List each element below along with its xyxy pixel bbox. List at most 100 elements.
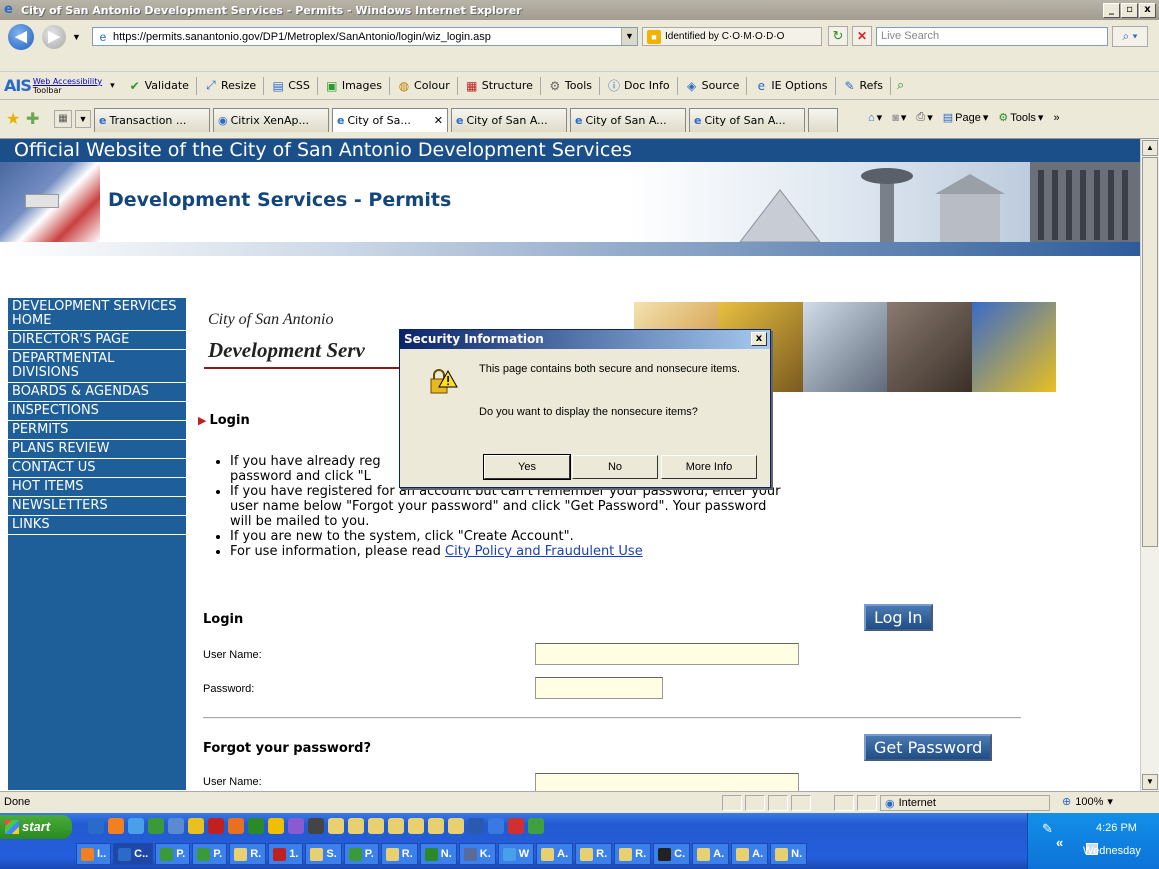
log-in-button[interactable]: Log In — [864, 604, 933, 631]
app-quicklaunch-icon[interactable] — [208, 818, 224, 834]
no-button[interactable]: No — [572, 455, 658, 479]
live-search-input[interactable]: Live Search — [876, 27, 1108, 46]
forgot-username-input[interactable] — [535, 773, 799, 791]
start-button[interactable]: start — [0, 815, 72, 839]
folder-quicklaunch-icon[interactable] — [328, 818, 344, 834]
tools-button[interactable]: ⚙ Tools — [541, 76, 601, 95]
password-input[interactable] — [535, 677, 663, 699]
scroll-thumb[interactable] — [1142, 157, 1158, 547]
security-identity[interactable]: ■ Identified by C·O·M·O·D·O — [642, 27, 822, 46]
stop-button[interactable]: ✕ — [852, 26, 872, 46]
nav-boards-agendas[interactable]: BOARDS & AGENDAS — [8, 383, 186, 402]
folder-quicklaunch-icon[interactable] — [428, 818, 444, 834]
forward-button[interactable]: ▶ — [42, 25, 66, 49]
zoom-control[interactable]: ⊕ 100% ▾ — [1062, 795, 1113, 809]
resize-button[interactable]: ⤢ Resize — [197, 76, 265, 95]
folder-quicklaunch-icon[interactable] — [368, 818, 384, 834]
app-quicklaunch-icon[interactable] — [508, 818, 524, 834]
refresh-button[interactable]: ↻ — [828, 26, 848, 46]
more-info-button[interactable]: More Info — [661, 455, 757, 479]
history-dropdown-icon[interactable]: ▼ — [72, 32, 81, 42]
address-dropdown-icon[interactable]: ▼ — [621, 28, 637, 45]
yes-button[interactable]: Yes — [483, 454, 571, 480]
folder-quicklaunch-icon[interactable] — [448, 818, 464, 834]
close-tab-icon[interactable]: ✕ — [434, 114, 443, 127]
task-button[interactable]: P. — [343, 843, 379, 865]
tab-city-4[interactable]: e City of San A... — [689, 108, 805, 132]
security-zone[interactable]: ◉ Internet — [880, 795, 1050, 811]
home-button[interactable]: ⌂ ▾ — [868, 111, 882, 125]
task-button[interactable]: P. — [192, 843, 228, 865]
quick-tabs-icon[interactable]: ▦ — [54, 110, 72, 128]
task-button[interactable]: N. — [770, 843, 808, 865]
task-button[interactable]: W — [497, 843, 535, 865]
css-button[interactable]: ▤ CSS — [264, 76, 318, 95]
colour-button[interactable]: ◍ Colour — [390, 76, 458, 95]
chevron-more-icon[interactable]: » — [1053, 112, 1059, 124]
folder-quicklaunch-icon[interactable] — [408, 818, 424, 834]
task-button[interactable]: C. — [653, 843, 691, 865]
back-button[interactable]: ◀ — [8, 24, 34, 50]
task-button[interactable]: A. — [536, 843, 574, 865]
tray-expand-icon[interactable]: « — [1056, 835, 1063, 850]
app-quicklaunch-icon[interactable] — [188, 818, 204, 834]
task-button[interactable]: P. — [155, 843, 191, 865]
task-button-active[interactable]: C.. — [113, 843, 154, 865]
app-quicklaunch-icon[interactable] — [468, 818, 484, 834]
dialog-close-button[interactable]: x — [751, 332, 767, 346]
scroll-down-arrow-icon[interactable]: ▼ — [1142, 774, 1158, 790]
task-button[interactable]: K. — [458, 843, 496, 865]
app-quicklaunch-icon[interactable] — [228, 818, 244, 834]
ie-quicklaunch-icon[interactable] — [88, 818, 104, 834]
nav-departmental-divisions[interactable]: DEPARTMENTAL DIVISIONS — [8, 350, 186, 383]
task-button[interactable]: R. — [614, 843, 652, 865]
refs-button[interactable]: ✎ Refs — [836, 76, 892, 95]
tools-menu[interactable]: ⚙ Tools ▾ — [998, 111, 1043, 125]
nav-contact-us[interactable]: CONTACT US — [8, 459, 186, 478]
feeds-button[interactable]: ◙ ▾ — [892, 111, 906, 125]
app-quicklaunch-icon[interactable] — [108, 818, 124, 834]
source-button[interactable]: ◈ Source — [678, 76, 748, 95]
nav-directors-page[interactable]: DIRECTOR'S PAGE — [8, 331, 186, 350]
clock-time[interactable]: 4:26 PM — [1096, 822, 1137, 834]
task-button[interactable]: A. — [692, 843, 730, 865]
nav-development-services-home[interactable]: DEVELOPMENT SERVICES HOME — [8, 298, 186, 331]
vertical-scrollbar[interactable]: ▲ ▼ — [1140, 139, 1159, 791]
app-quicklaunch-icon[interactable] — [288, 818, 304, 834]
close-window-button[interactable]: x — [1139, 2, 1156, 18]
tab-city-3[interactable]: e City of San A... — [570, 108, 686, 132]
task-button[interactable]: S. — [305, 843, 342, 865]
task-button[interactable]: R. — [575, 843, 613, 865]
validate-button[interactable]: ✔ Validate — [121, 76, 197, 95]
get-password-button[interactable]: Get Password — [864, 734, 993, 761]
task-button[interactable]: N. — [419, 843, 457, 865]
task-button[interactable]: A. — [731, 843, 769, 865]
tab-city-active[interactable]: e City of Sa... ✕ — [332, 108, 448, 132]
doc-info-button[interactable]: ⓘ Doc Info — [600, 76, 678, 95]
tab-transaction[interactable]: e Transaction ... — [94, 108, 210, 132]
magnifier-icon[interactable]: ⌕ — [897, 78, 904, 93]
print-button[interactable]: ⎙ ▾ — [916, 111, 932, 124]
tab-city-2[interactable]: e City of San A... — [451, 108, 567, 132]
app-quicklaunch-icon[interactable] — [168, 818, 184, 834]
add-favorites-icon[interactable]: ✚ — [26, 109, 39, 129]
web-accessibility-link[interactable]: Web Accessibility — [33, 77, 102, 86]
tab-citrix[interactable]: ◉ Citrix XenAp... — [213, 108, 329, 132]
task-button[interactable]: 1. — [268, 843, 304, 865]
minimize-button[interactable]: _ — [1103, 2, 1120, 18]
nav-plans-review[interactable]: PLANS REVIEW — [8, 440, 186, 459]
images-button[interactable]: ▣ Images — [318, 76, 391, 95]
app-quicklaunch-icon[interactable] — [268, 818, 284, 834]
favorites-star-icon[interactable]: ★ — [6, 109, 20, 129]
nav-permits[interactable]: PERMITS — [8, 421, 186, 440]
task-button[interactable]: R. — [229, 843, 267, 865]
nav-hot-items[interactable]: HOT ITEMS — [8, 478, 186, 497]
address-field[interactable]: e https://permits.sanantonio.gov/DP1/Met… — [92, 27, 638, 46]
nav-newsletters[interactable]: NEWSLETTERS — [8, 497, 186, 516]
city-policy-link[interactable]: City Policy and Fraudulent Use — [445, 544, 643, 559]
ais-dropdown-icon[interactable]: ▾ — [110, 81, 115, 91]
folder-quicklaunch-icon[interactable] — [348, 818, 364, 834]
structure-button[interactable]: ▦ Structure — [458, 76, 541, 95]
nav-inspections[interactable]: INSPECTIONS — [8, 402, 186, 421]
page-menu[interactable]: ▤ Page ▾ — [943, 111, 989, 125]
